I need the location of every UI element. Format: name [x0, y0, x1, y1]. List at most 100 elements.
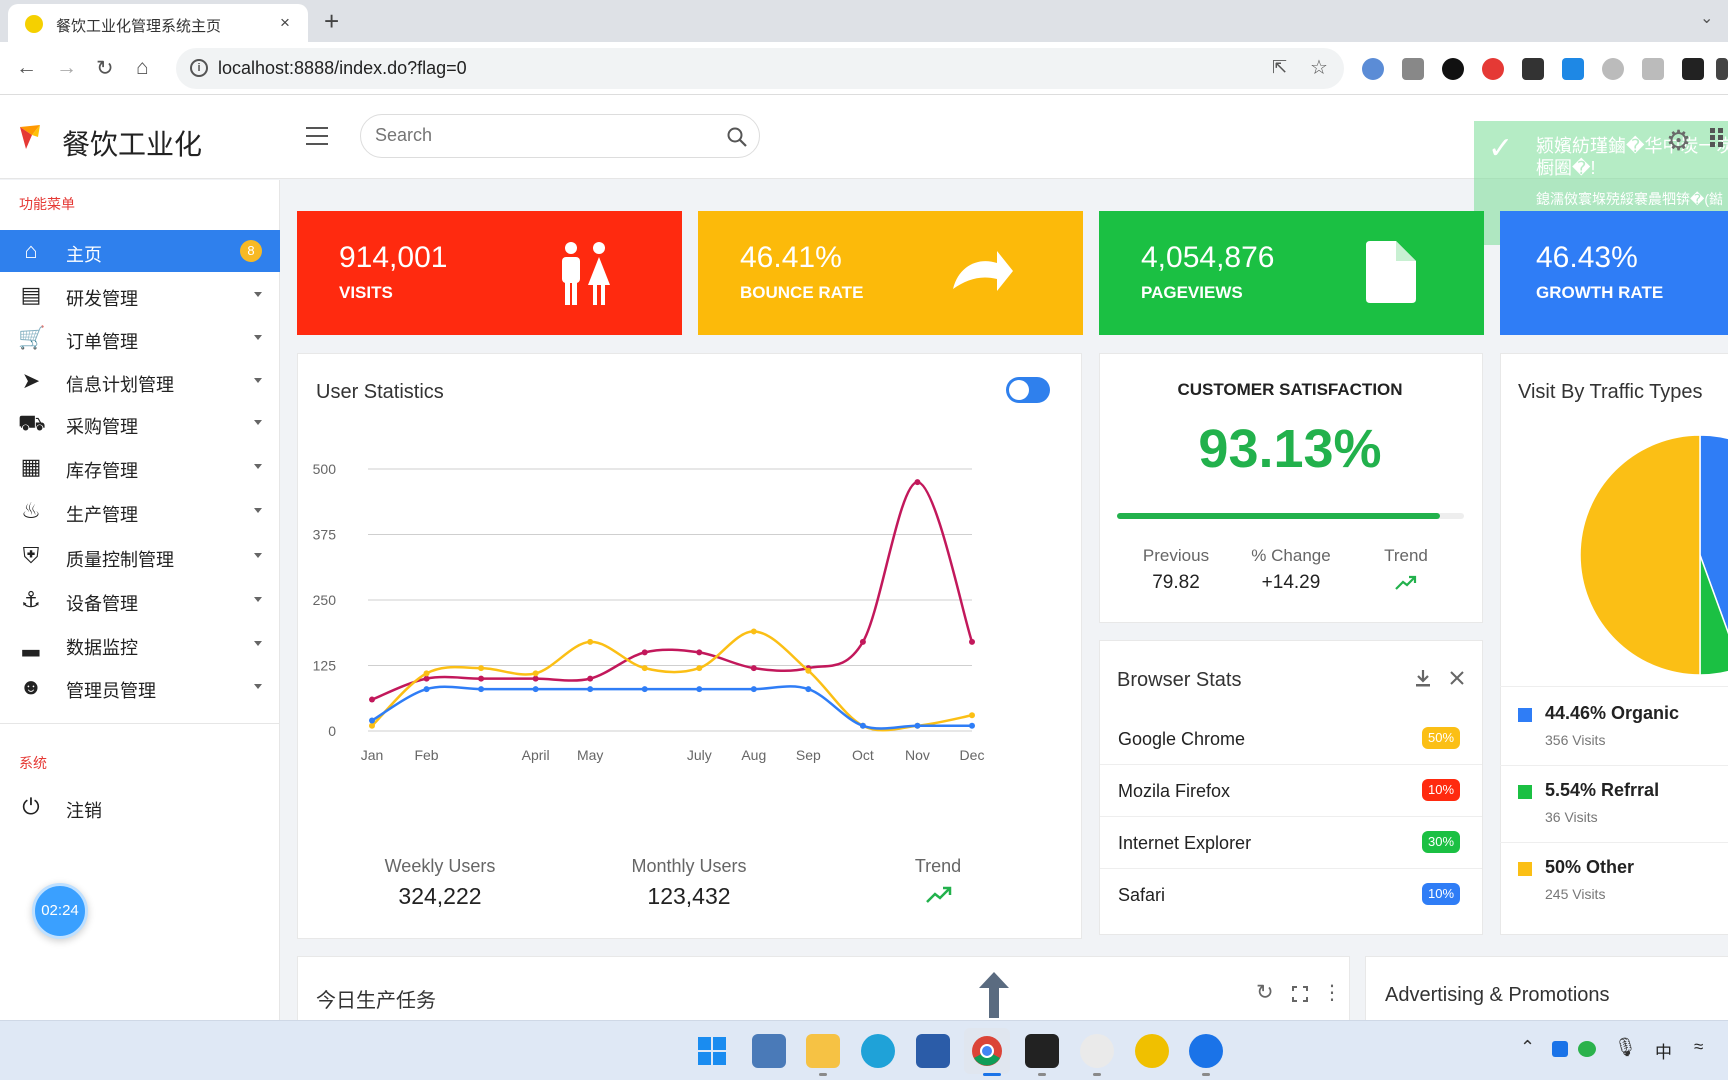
folder-app-icon[interactable]	[806, 1034, 840, 1068]
file-manager-app-icon[interactable]	[752, 1034, 786, 1068]
sidebar-item-home[interactable]: ⌂ 主页 8	[0, 230, 280, 272]
browser-name: Google Chrome	[1118, 729, 1246, 749]
windows-start-icon[interactable]	[695, 1034, 729, 1068]
app-brand[interactable]: 餐饮工业化	[62, 123, 202, 163]
sidebar-item-label: 设备管理	[66, 594, 138, 614]
browser-row: Google Chrome 50%	[1100, 713, 1482, 765]
caret-down-icon	[254, 420, 262, 425]
share-icon[interactable]: ⇱	[1272, 57, 1287, 78]
browser-tab-bar: 餐饮工业化管理系统主页 × + ⌄	[0, 0, 1728, 42]
sidebar-item-rnd[interactable]: ▤ 研发管理	[0, 274, 280, 316]
running-indicator	[1093, 1073, 1101, 1076]
sidebar-item-equipment[interactable]: ⚓ 设备管理	[0, 579, 280, 621]
home-icon[interactable]: ⌂	[136, 56, 149, 80]
tab-search-chevron-icon[interactable]: ⌄	[1700, 8, 1713, 28]
download-icon[interactable]	[1415, 669, 1431, 687]
sidebar-item-monitor[interactable]: ▂ 数据监控	[0, 623, 280, 665]
sidebar-item-admin[interactable]: ☻ 管理员管理	[0, 666, 280, 708]
divider	[1500, 686, 1728, 687]
y-tick-label: 375	[313, 527, 337, 543]
tray-app-icon[interactable]	[1552, 1041, 1568, 1057]
more-vertical-icon[interactable]: ⋮	[1322, 980, 1342, 1005]
gear-icon[interactable]: ⚙	[1666, 124, 1691, 157]
fullscreen-icon[interactable]	[1292, 986, 1308, 1002]
signal-icon: ▂	[22, 631, 40, 656]
pie-slice	[1579, 434, 1701, 676]
wechat-tray-icon[interactable]	[1578, 1041, 1596, 1057]
address-bar[interactable]: i localhost:8888/index.do?flag=0 ⇱ ☆	[176, 48, 1344, 89]
hamburger-menu-icon[interactable]	[306, 127, 328, 151]
data-point	[914, 722, 921, 729]
sidebar-item-purchase[interactable]: ⛟ 采购管理	[0, 402, 280, 444]
sidebar-item-planning[interactable]: ➤ 信息计划管理	[0, 360, 280, 402]
network-app-icon[interactable]	[1080, 1034, 1114, 1068]
adblock-extension-icon[interactable]	[1482, 58, 1504, 80]
url-text[interactable]: localhost:8888/index.do?flag=0	[218, 58, 467, 79]
camera-extension-icon[interactable]	[1402, 58, 1424, 80]
caret-down-icon	[254, 464, 262, 469]
x-tick-label: July	[687, 747, 712, 763]
sidebar-item-orders[interactable]: 🛒 订单管理	[0, 317, 280, 359]
close-icon[interactable]	[1449, 670, 1465, 686]
data-point	[369, 717, 375, 724]
scroll-top-arrow-icon[interactable]	[977, 970, 1011, 1018]
sidebar-item-label: 订单管理	[66, 332, 138, 352]
weekly-users-label: Weekly Users	[384, 856, 496, 876]
x-tick-label: Aug	[741, 747, 766, 763]
timer-badge[interactable]: 02:24	[32, 883, 88, 939]
infinity-extension-icon[interactable]	[1442, 58, 1464, 80]
ime-indicator[interactable]: 中	[1655, 1038, 1672, 1063]
dots-extension-icon[interactable]	[1522, 58, 1544, 80]
menu-extension-icon[interactable]	[1716, 58, 1728, 80]
legend-label: 50% Other	[1545, 857, 1635, 877]
reload-icon[interactable]: ↻	[96, 56, 114, 81]
forward-icon[interactable]: →	[56, 56, 77, 80]
refresh-icon[interactable]: ↻	[1256, 980, 1274, 1005]
store-app-icon[interactable]	[916, 1034, 950, 1068]
browser-name: Mozila Firefox	[1118, 781, 1231, 801]
tray-chevron-icon[interactable]: ⌃	[1520, 1037, 1535, 1058]
feishu-app-icon[interactable]	[1189, 1034, 1223, 1068]
microphone-icon[interactable]: 🎙	[1614, 1037, 1637, 1058]
browser-toolbar: ← → ↻ ⌂ i localhost:8888/index.do?flag=0…	[0, 42, 1728, 95]
new-tab-icon[interactable]: +	[324, 6, 339, 37]
shield-extension-icon[interactable]	[1642, 58, 1664, 80]
x-tick-label: Dec	[960, 747, 985, 763]
power-icon: ⏻	[22, 794, 40, 819]
profile-extension-icon[interactable]	[1682, 58, 1704, 80]
chart-toggle-switch[interactable]	[1006, 377, 1050, 403]
translate-extension-icon[interactable]	[1562, 58, 1584, 80]
back-icon[interactable]: ←	[16, 56, 37, 80]
browser-percent-badge: 50%	[1422, 727, 1461, 749]
search-box[interactable]	[360, 114, 760, 158]
shield-icon: ⛨	[22, 543, 40, 568]
legend-swatch	[1518, 785, 1532, 799]
bookmark-star-icon[interactable]: ☆	[1310, 55, 1328, 80]
search-icon[interactable]	[726, 126, 748, 148]
apps-grid-icon[interactable]	[1710, 128, 1728, 148]
sidebar-item-label: 库存管理	[66, 461, 138, 481]
chrome-app-icon[interactable]	[970, 1034, 1004, 1068]
weather-app-icon[interactable]	[1135, 1034, 1169, 1068]
caret-down-icon	[254, 553, 262, 558]
browser-tab[interactable]: 餐饮工业化管理系统主页 ×	[8, 4, 308, 42]
leaf-extension-icon[interactable]	[1602, 58, 1624, 80]
browser-row: Mozila Firefox 10%	[1100, 765, 1482, 817]
tab-favicon-icon	[25, 15, 43, 33]
sidebar-item-logout[interactable]: ⏻ 注销	[0, 786, 280, 828]
sidebar-item-label: 数据监控	[66, 638, 138, 658]
search-input[interactable]	[375, 125, 705, 146]
extension-icon[interactable]	[1362, 58, 1384, 80]
intellij-app-icon[interactable]	[1025, 1034, 1059, 1068]
sidebar-item-quality[interactable]: ⛨ 质量控制管理	[0, 535, 280, 577]
wifi-icon[interactable]: ≈	[1694, 1037, 1703, 1057]
data-point	[532, 675, 539, 682]
data-point	[478, 665, 485, 672]
sidebar-item-production[interactable]: ♨ 生产管理	[0, 490, 280, 532]
satisfaction-title: CUSTOMER SATISFACTION	[1177, 380, 1403, 399]
tab-close-icon[interactable]: ×	[280, 13, 290, 33]
edge-browser-icon[interactable]	[861, 1034, 895, 1068]
sidebar-item-inventory[interactable]: ▦ 库存管理	[0, 446, 280, 488]
sidebar-item-label: 采购管理	[66, 417, 138, 437]
site-info-icon[interactable]: i	[190, 59, 208, 77]
